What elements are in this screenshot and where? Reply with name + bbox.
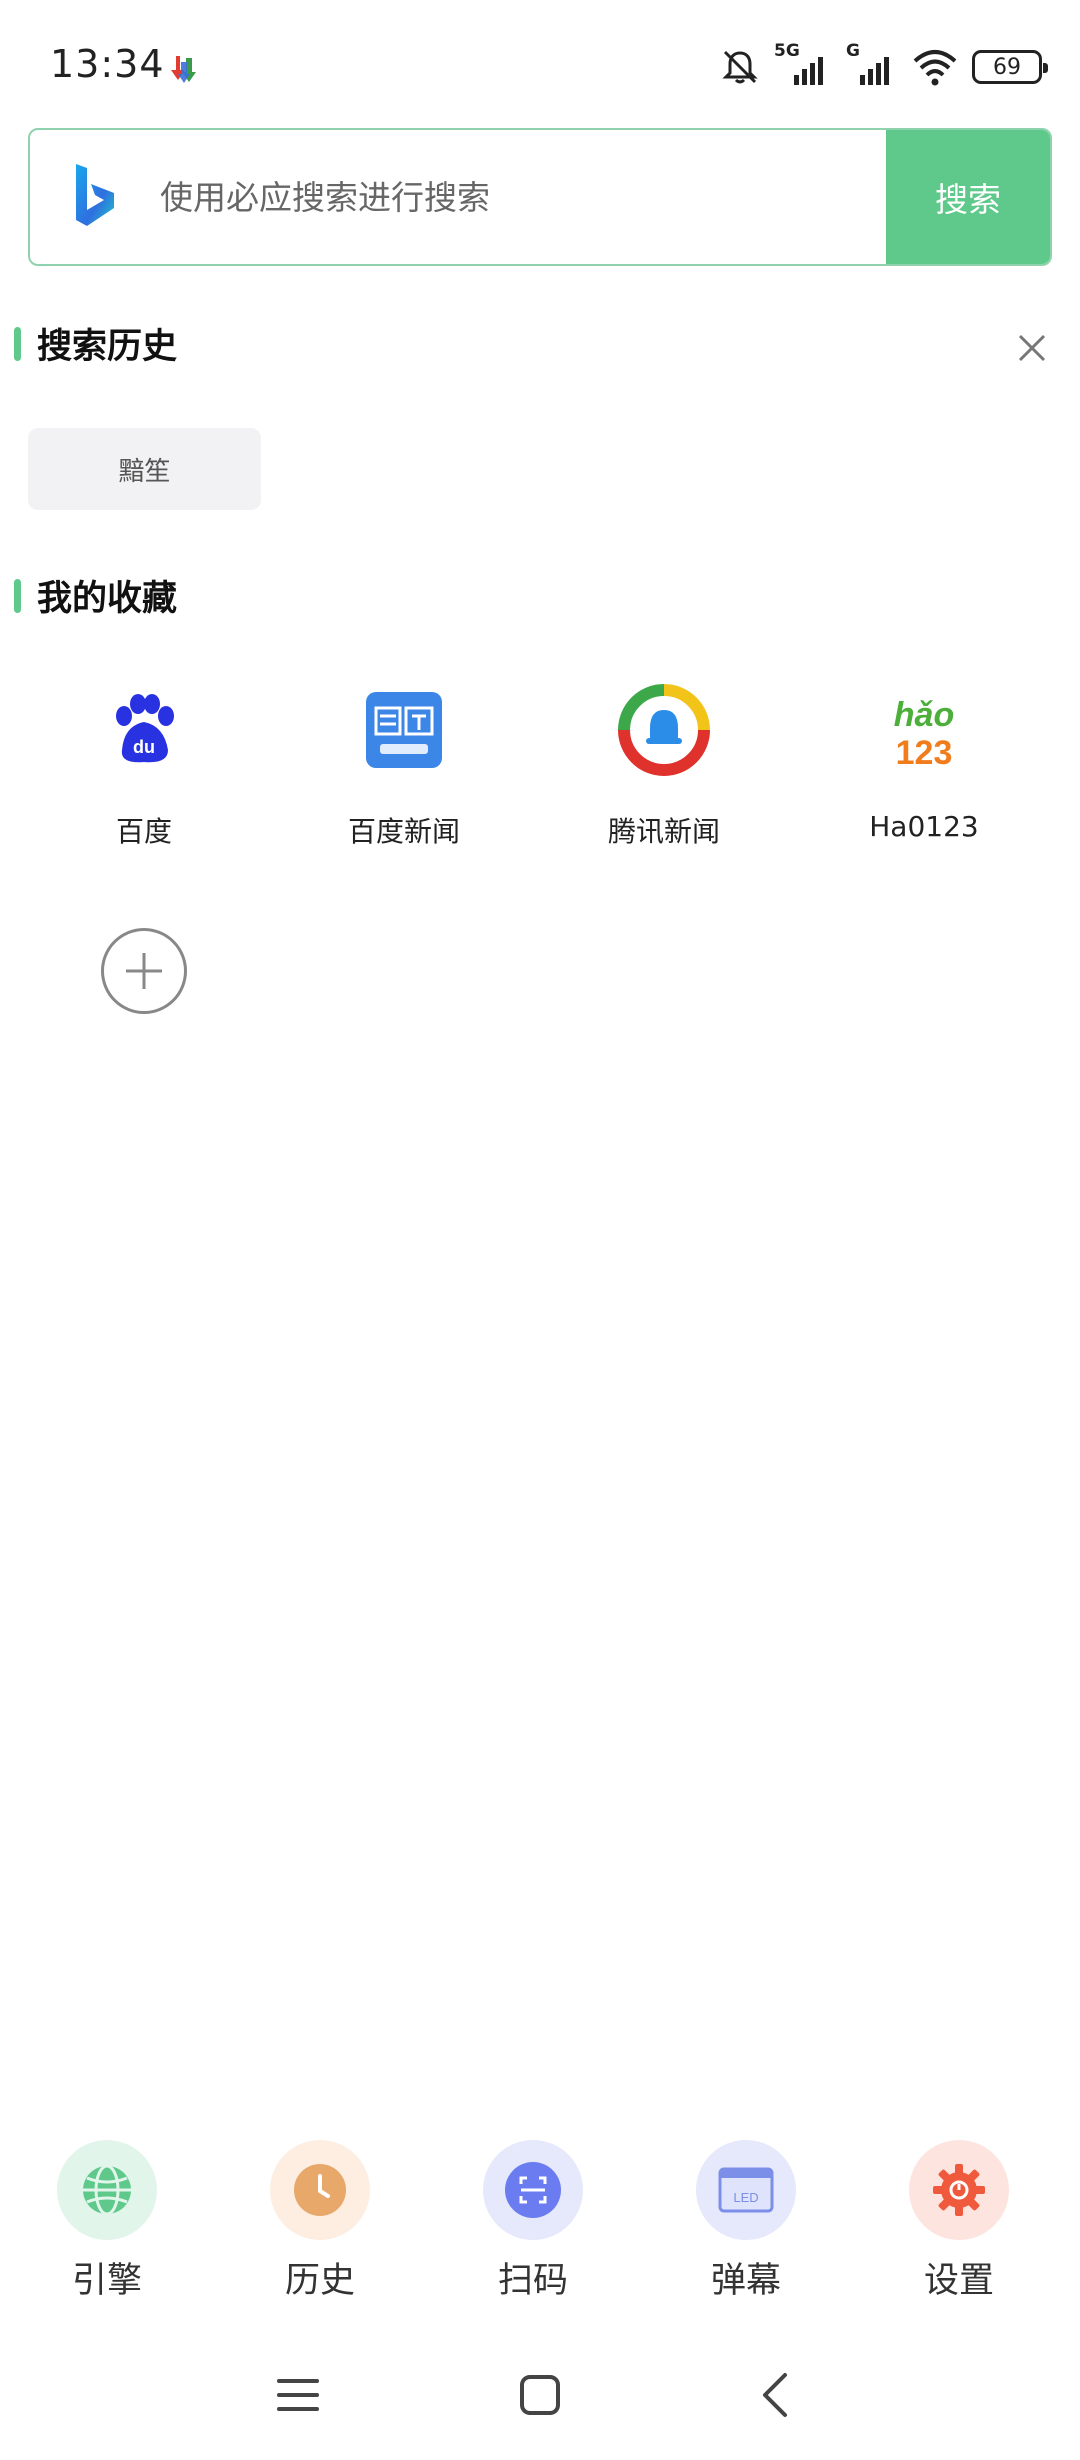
tencent-news-logo-icon bbox=[614, 680, 714, 780]
status-time: 13:34 bbox=[50, 42, 165, 86]
favorite-label: 百度新闻 bbox=[347, 815, 460, 848]
signal-5g-icon: 5G bbox=[774, 41, 832, 87]
history-item[interactable]: 黯笙 bbox=[28, 428, 261, 510]
toolbar-settings[interactable]: 设置 bbox=[879, 2140, 1039, 2303]
favorite-baidu[interactable]: du 百度 bbox=[14, 680, 274, 850]
search-input[interactable] bbox=[160, 130, 886, 264]
favorites-title: 我的收藏 bbox=[37, 579, 178, 619]
favorite-label: Ha0123 bbox=[869, 810, 979, 843]
hao123-logo-icon: hǎo 123 bbox=[874, 680, 974, 780]
bottom-toolbar: 引擎 历史 扫码 LED 弹幕 设置 bbox=[0, 2140, 1080, 2320]
mute-bell-icon bbox=[722, 50, 758, 84]
baidu-news-logo-icon bbox=[354, 680, 454, 780]
section-accent-bar bbox=[14, 578, 21, 613]
add-favorite-button[interactable] bbox=[101, 928, 187, 1014]
history-title: 搜索历史 bbox=[37, 327, 178, 367]
system-nav-bar bbox=[0, 2330, 1080, 2460]
toolbar-engine[interactable]: 引擎 bbox=[27, 2140, 187, 2303]
nav-menu-button[interactable] bbox=[263, 2360, 333, 2430]
menu-icon bbox=[277, 2379, 319, 2411]
favorite-label: 腾讯新闻 bbox=[607, 815, 720, 848]
svg-text:du: du bbox=[133, 737, 155, 757]
section-accent-bar bbox=[14, 326, 21, 361]
favorite-label: 百度 bbox=[115, 815, 172, 848]
clock-icon bbox=[270, 2140, 370, 2240]
back-chevron-icon bbox=[763, 2373, 787, 2417]
gear-icon bbox=[909, 2140, 1009, 2240]
favorite-baidu-news[interactable]: 百度新闻 bbox=[274, 680, 534, 850]
nav-back-button[interactable] bbox=[740, 2360, 810, 2430]
toolbar-label: 设置 bbox=[923, 2261, 994, 2301]
globe-icon bbox=[57, 2140, 157, 2240]
svg-text:LED: LED bbox=[733, 2190, 758, 2205]
toolbar-danmaku[interactable]: LED 弹幕 bbox=[666, 2140, 826, 2303]
favorites-section-header: 我的收藏 bbox=[14, 570, 177, 621]
battery-indicator: 69 bbox=[972, 50, 1048, 84]
signal-g-icon: G bbox=[846, 41, 898, 87]
close-icon bbox=[1018, 334, 1046, 362]
browser-home-page: 13:34 5G G 69 使用必应搜索进行搜索 搜索 搜索历史 黯笙 我的收藏… bbox=[0, 0, 1080, 2460]
toolbar-label: 引擎 bbox=[71, 2261, 142, 2301]
led-icon: LED bbox=[696, 2140, 796, 2240]
bing-logo-icon bbox=[76, 164, 114, 226]
toolbar-history[interactable]: 历史 bbox=[240, 2140, 400, 2303]
favorite-hao123[interactable]: hǎo 123 Ha0123 bbox=[794, 680, 1054, 843]
battery-level: 69 bbox=[993, 54, 1021, 80]
baidu-logo-icon: du bbox=[94, 680, 194, 780]
download-arrows-icon bbox=[171, 56, 196, 83]
search-engine-selector[interactable] bbox=[30, 130, 160, 264]
toolbar-label: 弹幕 bbox=[710, 2261, 781, 2301]
clear-history-button[interactable] bbox=[1010, 326, 1054, 370]
wifi-icon bbox=[913, 50, 957, 86]
toolbar-label: 历史 bbox=[284, 2261, 355, 2301]
nav-home-button[interactable] bbox=[505, 2360, 575, 2430]
plus-icon bbox=[126, 953, 162, 989]
search-bar: 搜索 bbox=[28, 128, 1052, 266]
toolbar-label: 扫码 bbox=[497, 2261, 568, 2301]
history-section-header: 搜索历史 bbox=[14, 318, 177, 369]
home-square-icon bbox=[520, 2375, 560, 2415]
status-bar: 13:34 5G G 69 bbox=[0, 0, 1080, 130]
svg-text:hǎo: hǎo bbox=[894, 696, 954, 734]
status-icons: 5G G 69 bbox=[720, 41, 1048, 90]
search-button[interactable]: 搜索 bbox=[886, 130, 1050, 264]
toolbar-scan[interactable]: 扫码 bbox=[453, 2140, 613, 2303]
scan-icon bbox=[483, 2140, 583, 2240]
favorite-tencent-news[interactable]: 腾讯新闻 bbox=[534, 680, 794, 850]
svg-text:123: 123 bbox=[896, 734, 953, 770]
